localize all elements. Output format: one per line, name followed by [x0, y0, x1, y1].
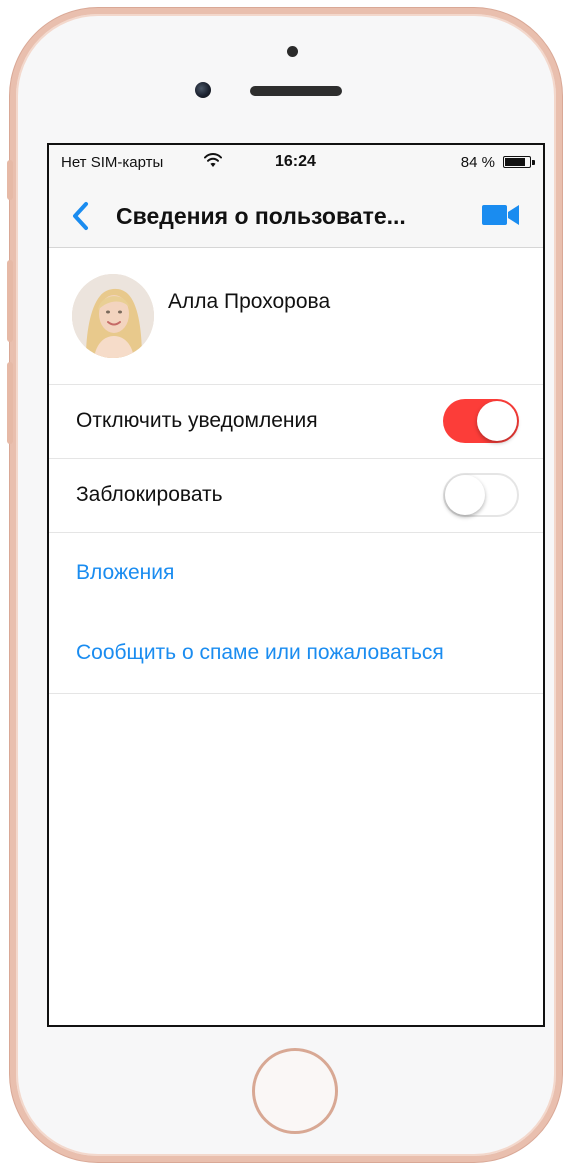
volume-down-button [7, 362, 13, 444]
attachments-link[interactable]: Вложения [76, 561, 174, 585]
block-user-label: Заблокировать [76, 483, 223, 506]
avatar-portrait [72, 274, 154, 358]
toggle-knob [477, 401, 517, 441]
content: Алла Прохорова Отключить уведомления Заб… [49, 248, 543, 694]
earpiece-speaker [250, 86, 342, 96]
page-title: Сведения о пользовате... [116, 203, 406, 229]
attachments-row: Вложения [49, 533, 543, 613]
wifi-icon [204, 153, 222, 167]
block-user-row: Заблокировать [49, 459, 543, 533]
mute-notifications-row: Отключить уведомления [49, 385, 543, 459]
status-bar: Нет SIM-карты 16:24 84 % [49, 145, 543, 185]
profile-name: Алла Прохорова [168, 290, 331, 313]
mute-notifications-toggle[interactable] [443, 399, 519, 443]
report-spam-row: Сообщить о спаме или пожаловаться [49, 613, 543, 694]
avatar[interactable] [72, 274, 154, 358]
video-camera-icon[interactable] [481, 202, 521, 228]
block-user-toggle[interactable] [443, 473, 519, 517]
battery-percentage: 84 % [460, 154, 495, 171]
battery-fill [505, 158, 526, 166]
report-spam-link[interactable]: Сообщить о спаме или пожаловаться [76, 641, 444, 665]
status-time: 16:24 [275, 153, 316, 170]
front-camera [195, 82, 211, 98]
mute-notifications-label: Отключить уведомления [76, 409, 318, 432]
battery-icon [503, 156, 531, 168]
carrier-label: Нет SIM-карты [61, 154, 164, 171]
profile-row[interactable]: Алла Прохорова [49, 248, 543, 385]
screen: Нет SIM-карты 16:24 84 % Сведения о поль… [47, 143, 545, 1027]
battery-cap [532, 160, 535, 165]
chevron-left-icon[interactable] [71, 201, 89, 231]
volume-up-button [7, 260, 13, 342]
mute-switch [7, 160, 13, 200]
toggle-knob [445, 475, 485, 515]
proximity-sensor [287, 46, 298, 57]
navigation-bar: Сведения о пользовате... [49, 185, 543, 248]
home-button[interactable] [252, 1048, 338, 1134]
